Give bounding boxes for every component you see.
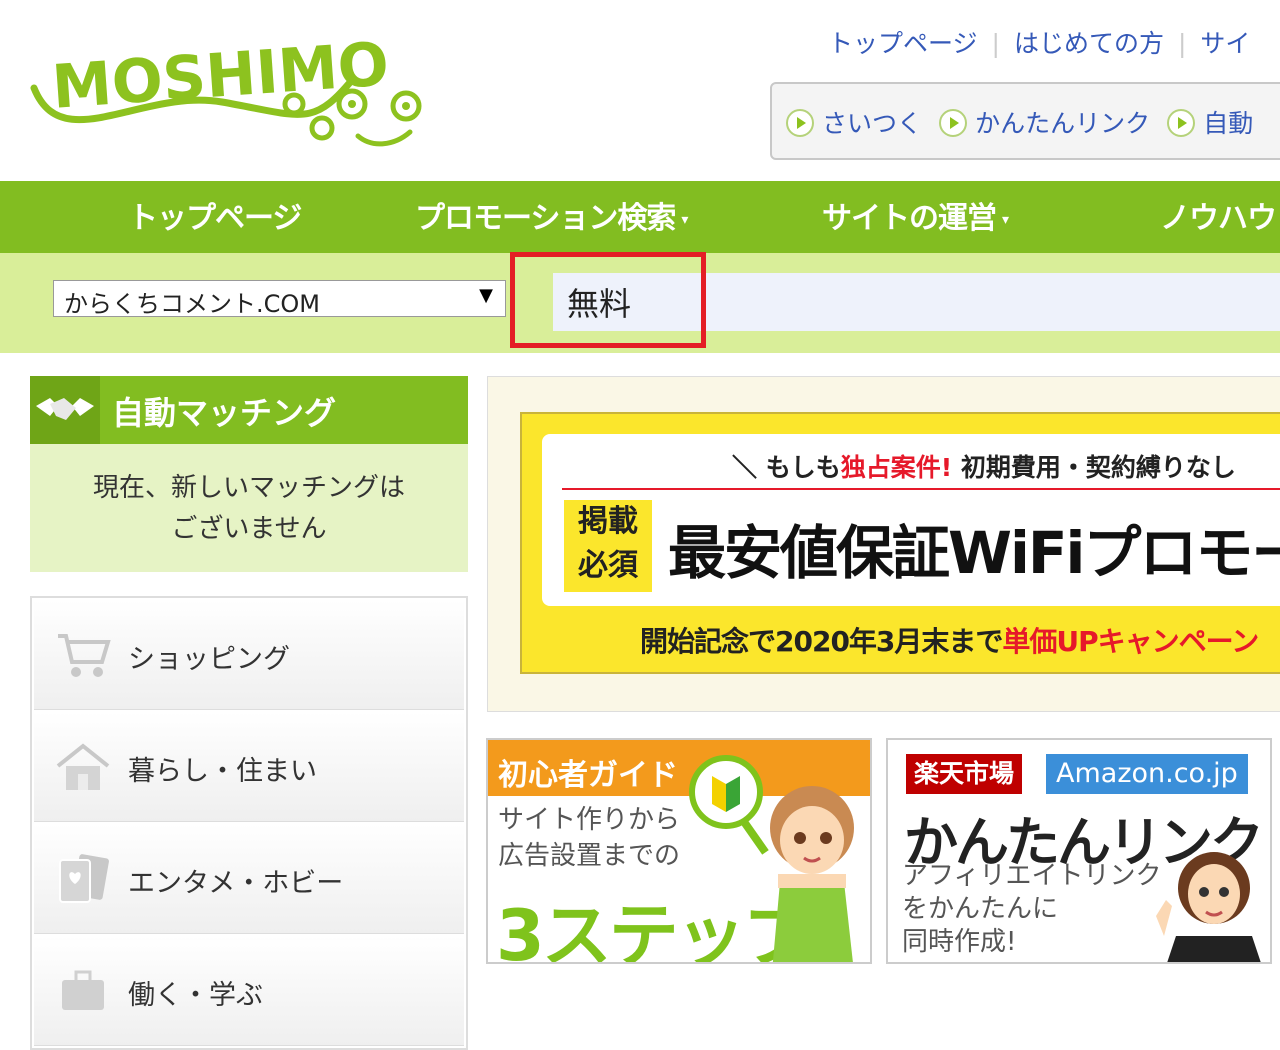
- quick-links-box: さいつく かんたんリンク 自動: [770, 82, 1280, 160]
- banner-bottom-text: 開始記念で2020年3月末まで単価UPキャンペーン: [640, 620, 1259, 660]
- auto-matching-title: 自動マッチング: [112, 394, 337, 432]
- wifi-promotion-banner[interactable]: ＼ もしも独占案件! 初期費用・契約縛りなし 掲載 必須 最安値保証WiFiプロ…: [487, 376, 1280, 712]
- badge-line2: 必須: [578, 548, 638, 583]
- category-work-study[interactable]: 働く・学ぶ: [34, 936, 464, 1046]
- dropdown-caret-icon: ▾: [1002, 212, 1009, 228]
- auto-matching-message: 現在、新しいマッチングは ございません: [30, 468, 468, 550]
- moshimo-logo[interactable]: MOSHIMO: [22, 18, 432, 168]
- guide-sub-line2: 広告設置までの: [498, 841, 681, 871]
- guide-subtitle: サイト作りから 広告設置までの: [498, 802, 680, 874]
- nav-knowhow-label: ノウハウ: [1160, 201, 1277, 236]
- nav-top-page[interactable]: トップページ: [128, 193, 302, 237]
- banner-top-suffix: 初期費用・契約縛りなし: [952, 453, 1236, 482]
- beginner-guide-banner[interactable]: 初心者ガイド サイト作りから 広告設置までの 3ステップ: [486, 738, 872, 964]
- work-icon: [54, 964, 112, 1018]
- banner-yellow-frame: ＼ もしも独占案件! 初期費用・契約縛りなし 掲載 必須 最安値保証WiFiプロ…: [520, 412, 1280, 674]
- auto-matching-panel: 自動マッチング 現在、新しいマッチングは ございません: [30, 376, 468, 572]
- auto-matching-message-line1: 現在、新しいマッチングは: [92, 473, 405, 503]
- nav-promotion-search[interactable]: プロモーション検索 ▾: [415, 193, 688, 237]
- play-circle-icon: [786, 109, 814, 137]
- category-label: 働く・学ぶ: [128, 980, 263, 1011]
- guide-character-illustration: [750, 762, 870, 962]
- auto-matching-message-line2: ございません: [171, 514, 327, 544]
- top-links: トップページ | はじめての方 | サイ: [828, 24, 1250, 60]
- category-entertainment[interactable]: エンタメ・ホビー: [34, 824, 464, 934]
- banner-headline: 最安値保証WiFiプロモーション: [668, 519, 1280, 587]
- nav-promotion-search-label: プロモーション検索: [415, 201, 676, 236]
- badge-line1: 掲載: [578, 504, 638, 539]
- category-label: エンタメ・ホビー: [128, 868, 344, 899]
- kantan-desc-line3: 同時作成!: [902, 927, 1017, 957]
- toplink-beginners[interactable]: はじめての方: [1014, 29, 1164, 58]
- banner-bottom-main: 開始記念で2020年3月末まで: [640, 625, 1003, 658]
- toplink-support[interactable]: サイ: [1200, 29, 1250, 58]
- category-shopping[interactable]: ショッピング: [34, 600, 464, 710]
- banner-red-divider: [562, 488, 1280, 490]
- kantan-link-description: アフィリエイトリンク をかんたんに 同時作成!: [902, 860, 1161, 959]
- category-label: 暮らし・住まい: [128, 756, 317, 787]
- quicklink-kantan-link-label: かんたんリンク: [975, 109, 1151, 138]
- auto-matching-header[interactable]: 自動マッチング: [30, 376, 468, 444]
- house-icon: [54, 740, 112, 794]
- banner-top-prefix: ＼ もしも: [732, 453, 841, 482]
- banner-white-panel: ＼ もしも独占案件! 初期費用・契約縛りなし 掲載 必須 最安値保証WiFiプロ…: [542, 434, 1280, 606]
- select-arrow-icon: ▼: [479, 285, 493, 306]
- site-select[interactable]: からくちコメント.COM ▼: [53, 280, 506, 318]
- toplink-separator: |: [991, 29, 1000, 58]
- banner-top-exclusive: 独占案件!: [840, 453, 953, 482]
- banner-top-text: ＼ もしも独占案件! 初期費用・契約縛りなし: [732, 448, 1236, 484]
- banner-required-badge: 掲載 必須: [564, 500, 652, 592]
- category-label: ショッピング: [128, 644, 290, 675]
- kantan-link-banner[interactable]: 楽天市場 Amazon.co.jp かんたんリンク アフィリエイトリンク をかん…: [886, 738, 1272, 964]
- toplink-separator: |: [1177, 29, 1187, 58]
- category-list: ショッピング 暮らし・住まい エンタメ・ホビー 働く・学ぶ: [30, 596, 468, 1050]
- rakuten-tag: 楽天市場: [906, 754, 1023, 794]
- play-circle-icon: [1167, 109, 1196, 137]
- nav-top-page-label: トップページ: [128, 201, 302, 236]
- banner-bottom-highlight: 単価UPキャンペーン: [1002, 625, 1259, 658]
- category-living[interactable]: 暮らし・住まい: [34, 712, 464, 822]
- quicklink-auto-label: 自動: [1203, 109, 1254, 138]
- kantan-desc-line1: アフィリエイトリンク: [902, 861, 1162, 891]
- toplink-top-page[interactable]: トップページ: [828, 29, 978, 58]
- kantan-desc-line2: をかんたんに: [902, 894, 1059, 924]
- quicklink-kantan-link[interactable]: かんたんリンク: [939, 104, 1150, 140]
- amazon-tag: Amazon.co.jp: [1046, 754, 1248, 794]
- nav-site-management-label: サイトの運営: [822, 201, 997, 236]
- cart-icon: [54, 628, 112, 682]
- guide-title: 初心者ガイド: [498, 758, 678, 793]
- site-select-value: からくちコメント.COM: [64, 290, 320, 318]
- keyword-search-input[interactable]: [553, 273, 1280, 331]
- quicklink-saitsuku[interactable]: さいつく: [786, 104, 922, 140]
- guide-sub-line1: サイト作りから: [498, 805, 681, 835]
- dropdown-caret-icon: ▾: [681, 212, 688, 228]
- handshake-icon: [30, 376, 100, 444]
- quicklink-saitsuku-label: さいつく: [822, 109, 923, 138]
- main-nav: トップページ プロモーション検索 ▾ サイトの運営 ▾ ノウハウ: [0, 181, 1280, 253]
- quicklink-auto[interactable]: 自動: [1167, 104, 1253, 140]
- play-circle-icon: [939, 109, 968, 137]
- kantan-character-illustration: [1150, 836, 1270, 962]
- cards-icon: [54, 852, 112, 906]
- nav-site-management[interactable]: サイトの運営 ▾: [822, 193, 1009, 237]
- nav-knowhow[interactable]: ノウハウ: [1160, 193, 1277, 237]
- search-bar: からくちコメント.COM ▼: [0, 253, 1280, 353]
